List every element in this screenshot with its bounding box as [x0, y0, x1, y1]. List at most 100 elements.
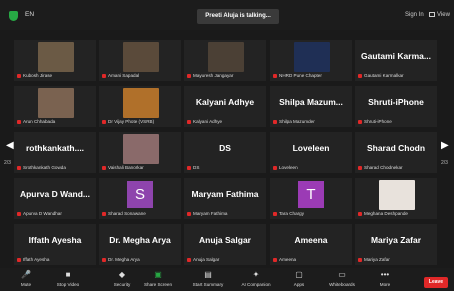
participant-name-label: Mariya Zafar [358, 257, 390, 262]
participant-tile[interactable]: T Tara Chargy [270, 178, 352, 219]
ai-companion-label: AI Companion [241, 282, 271, 287]
participant-tile[interactable]: Mayuresh Jangayar [184, 40, 266, 81]
participant-name-text: Arun Chhabada [23, 119, 56, 124]
previous-page-arrow-icon[interactable]: ◀ [6, 140, 14, 151]
participant-tile[interactable]: Gautami Karma... Gautami Karmalkar [355, 40, 437, 81]
participant-name-label: Ameena [273, 257, 296, 262]
participant-tile[interactable]: Loveleen Loveleen [270, 132, 352, 173]
stop-video-button[interactable]: ■ Stop Video [46, 270, 90, 287]
participant-name-label: Tara Chargy [273, 211, 304, 216]
share-screen-icon: ▣ [154, 270, 162, 279]
muted-mic-icon [187, 119, 191, 124]
participant-tile[interactable]: Arun Chhabada [14, 86, 96, 127]
participant-name-text: Maryam Fathima [193, 211, 228, 216]
participant-name-text: Vaishali Banorkar [108, 165, 144, 170]
participant-name-label: NHRD Pune Chapter [273, 73, 322, 78]
participant-tile[interactable]: Dr. Megha Arya Dr. Megha Arya [99, 224, 181, 265]
language-label[interactable]: EN [25, 11, 34, 18]
participant-tile[interactable]: Vaishali Banorkar [99, 132, 181, 173]
participant-tile[interactable]: Shruti-iPhone Shruti-iPhone [355, 86, 437, 127]
next-page-arrow-icon[interactable]: ▶ [441, 140, 449, 151]
participant-display-name: Dr. Megha Arya [109, 235, 171, 245]
participant-name-label: Srothkankath Gowda [17, 165, 66, 170]
participant-name-text: Amani Sapadal [108, 73, 140, 78]
muted-mic-icon [17, 257, 21, 262]
participant-tile[interactable]: Ameena Ameena [270, 224, 352, 265]
shield-icon[interactable] [9, 11, 18, 21]
participant-name-label: Mayuresh Jangayar [187, 73, 233, 78]
participant-name-text: Iffath Ayesha [23, 257, 50, 262]
participant-name-text: Sharad Sonawane [108, 211, 146, 216]
participant-name-text: Dr. Megha Arya [108, 257, 140, 262]
muted-mic-icon [102, 165, 106, 170]
participant-video [38, 42, 74, 72]
whiteboards-button[interactable]: ▭ Whiteboards [320, 270, 364, 287]
participant-tile[interactable]: Iffath Ayesha Iffath Ayesha [14, 224, 96, 265]
muted-mic-icon [273, 119, 277, 124]
participant-name-label: Shilpa Mazumder [273, 119, 315, 124]
participant-tile[interactable]: Amani Sapadal [99, 40, 181, 81]
participant-name-label: Iffath Ayesha [17, 257, 49, 262]
participant-tile[interactable]: Apurva D Wand... Apurva D Wandhar [14, 178, 96, 219]
participant-tile[interactable]: Kubosh Jirase [14, 40, 96, 81]
participant-tile[interactable]: Dr Vijay Phote (VSRB) [99, 86, 181, 127]
top-bar: EN Preeti Aluja is talking... Sign In Vi… [0, 0, 454, 30]
summary-icon: ▤ [204, 270, 212, 279]
participant-tile[interactable]: Anuja Salgar Anuja Salgar [184, 224, 266, 265]
participant-name-text: Tara Chargy [279, 211, 305, 216]
share-screen-button[interactable]: ▣ Share Screen [136, 270, 180, 287]
view-button[interactable]: View [429, 12, 450, 18]
participant-tile[interactable]: S Sharad Sonawane [99, 178, 181, 219]
muted-mic-icon [187, 257, 191, 262]
participant-tile[interactable]: Maryam Fathima Maryam Fathima [184, 178, 266, 219]
participant-name-text: Shilpa Mazumder [279, 119, 315, 124]
mute-button[interactable]: 🎤 Mute [4, 270, 48, 287]
participant-tile[interactable]: Shilpa Mazum... Shilpa Mazumder [270, 86, 352, 127]
participant-name-label: Dr. Megha Arya [102, 257, 140, 262]
participant-display-name: rothkankath.... [25, 143, 85, 153]
view-label: View [437, 12, 450, 18]
share-screen-label: Share Screen [143, 282, 173, 287]
ai-companion-button[interactable]: ✦ AI Companion [234, 270, 278, 287]
participant-tile[interactable]: rothkankath.... Srothkankath Gowda [14, 132, 96, 173]
participant-display-name: Iffath Ayesha [28, 235, 82, 245]
participant-tile[interactable]: NHRD Pune Chapter [270, 40, 352, 81]
more-button[interactable]: ••• More [363, 270, 407, 287]
muted-mic-icon [273, 73, 277, 78]
leave-button[interactable]: Leave [424, 277, 448, 288]
participant-name-label: Gautami Karmalkar [358, 73, 404, 78]
sign-in-link[interactable]: Sign In [405, 12, 424, 18]
participant-name-text: Gautami Karmalkar [364, 73, 404, 78]
apps-button[interactable]: ▢ Apps [277, 270, 321, 287]
participant-name-label: Anuja Salgar [187, 257, 219, 262]
participant-tile[interactable]: Kalyani Adhye Kalyani Adhye [184, 86, 266, 127]
participant-name-label: Maryam Fathima [187, 211, 227, 216]
participant-tile[interactable]: DS DS [184, 132, 266, 173]
muted-mic-icon [17, 211, 21, 216]
participant-tile[interactable]: Mariya Zafar Mariya Zafar [355, 224, 437, 265]
more-label: More [379, 282, 391, 287]
participant-name-text: Apurva D Wandhar [23, 211, 62, 216]
participant-name-label: Shruti-iPhone [358, 119, 392, 124]
participant-name-text: Kubosh Jirase [23, 73, 53, 78]
participant-display-name: Gautami Karma... [361, 51, 431, 61]
participant-tile[interactable]: Meghana Deshpande [355, 178, 437, 219]
security-label: Security [113, 282, 131, 287]
participant-name-label: Arun Chhabada [17, 119, 55, 124]
participant-name-label: Kubosh Jirase [17, 73, 52, 78]
muted-mic-icon [273, 257, 277, 262]
muted-mic-icon [273, 211, 277, 216]
participant-name-text: Anuja Salgar [193, 257, 220, 262]
participant-display-name: Loveleen [292, 143, 330, 153]
apps-icon: ▢ [295, 270, 303, 279]
participant-tile[interactable]: Sharad Chodn Sharad Chodnekar [355, 132, 437, 173]
participant-display-name: Shruti-iPhone [368, 97, 424, 107]
start-summary-button[interactable]: ▤ Start Summary [186, 270, 230, 287]
stop-video-label: Stop Video [56, 282, 80, 287]
muted-mic-icon [102, 119, 106, 124]
participant-display-name: Mariya Zafar [370, 235, 422, 245]
muted-mic-icon [187, 211, 191, 216]
participant-display-name: Anuja Salgar [199, 235, 251, 245]
muted-mic-icon [358, 165, 362, 170]
participant-video [123, 134, 159, 164]
